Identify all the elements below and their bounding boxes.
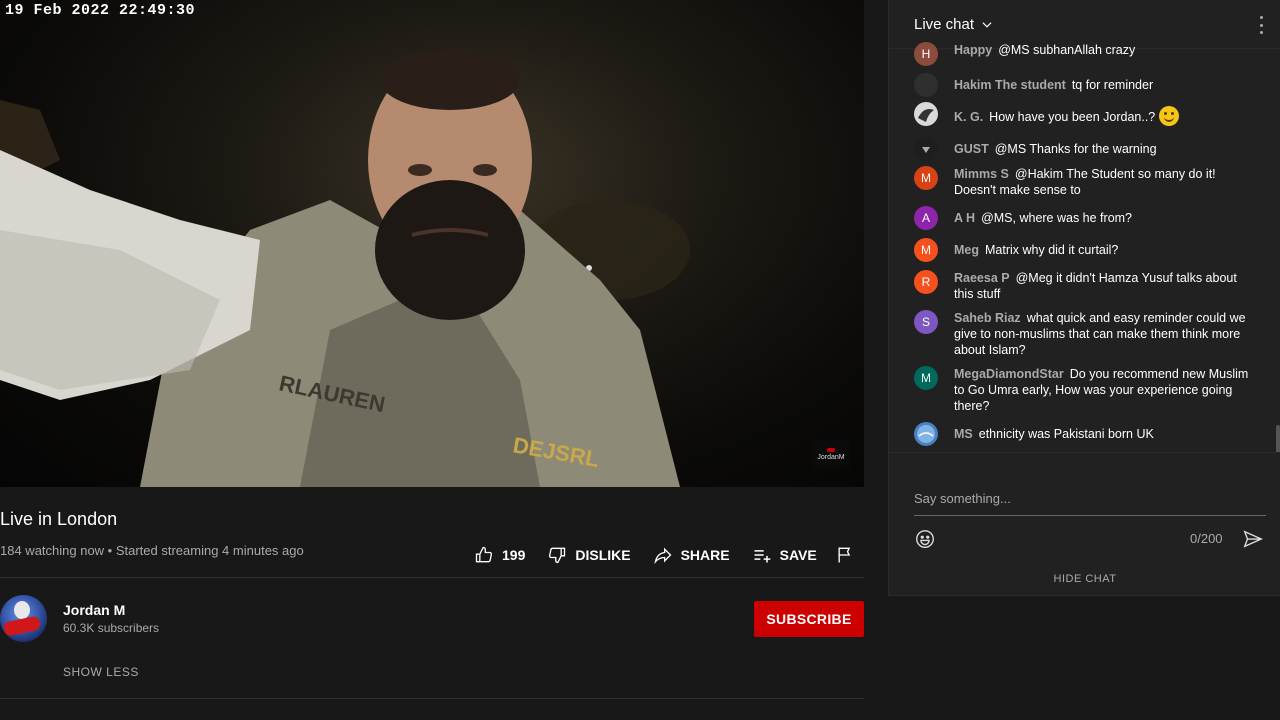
save-label: SAVE — [779, 547, 817, 563]
chat-message: M Meg Matrix why did it curtail? — [914, 238, 1259, 262]
chat-avatar[interactable]: A — [914, 206, 938, 230]
youtube-live-page: RLAUREN DEJSRL 19 Feb 2022 22:49:30 Jord… — [0, 0, 1280, 720]
chat-author[interactable]: Meg — [954, 243, 979, 257]
chat-author[interactable]: Happy — [954, 43, 992, 57]
more-icon-dot — [1259, 31, 1263, 34]
chat-avatar[interactable]: M — [914, 366, 938, 390]
chat-message-list[interactable]: H Happy @MS subhanAllah crazy Hakim The s… — [889, 40, 1280, 452]
save-button[interactable]: SAVE — [752, 545, 817, 565]
video-timestamp-overlay: 19 Feb 2022 22:49:30 — [5, 2, 196, 19]
chat-message: A A H @MS, where was he from? — [914, 206, 1259, 230]
chat-avatar[interactable]: R — [914, 270, 938, 294]
chat-text: tq for reminder — [1071, 78, 1154, 92]
channel-avatar[interactable] — [0, 595, 47, 642]
playlist-add-icon — [754, 550, 770, 563]
flag-icon — [838, 547, 850, 563]
video-frame: RLAUREN DEJSRL — [0, 50, 690, 487]
chat-text: @MS, where was he from? — [981, 211, 1133, 225]
subscriber-count: 60.3K subscribers — [63, 621, 160, 635]
hide-chat-button[interactable]: HIDE CHAT — [889, 573, 1280, 585]
report-button[interactable] — [835, 545, 855, 565]
chat-avatar-letter: M — [921, 171, 931, 185]
channel-name[interactable]: Jordan M — [63, 602, 125, 618]
chat-text: @MS subhanAllah crazy — [998, 43, 1136, 57]
chat-scrollbar[interactable] — [1276, 425, 1280, 453]
chat-message: R Raeesa P @Meg it didn't Hamza Yusuf tal… — [914, 270, 1259, 302]
chat-avatar[interactable]: M — [914, 238, 938, 262]
chat-more-options-button[interactable] — [1256, 16, 1266, 34]
chat-avatar[interactable]: H — [914, 42, 938, 66]
chat-message: MS ethnicity was Pakistani born UK — [914, 422, 1259, 446]
chat-avatar[interactable] — [914, 73, 938, 97]
bird-avatar-icon — [918, 109, 934, 122]
dislike-button[interactable]: DISLIKE — [547, 545, 631, 565]
chat-message: K. G. How have you been Jordan..? — [914, 102, 1259, 126]
chat-message: M Mimms S @Hakim The Student so many do i… — [914, 166, 1259, 198]
subscribe-button[interactable]: SUBSCRIBE — [754, 601, 864, 637]
like-count: 199 — [502, 547, 526, 563]
chat-text: How have you been Jordan..? — [989, 110, 1156, 124]
chat-title: Live chat — [914, 16, 975, 33]
chat-avatar-letter: M — [921, 243, 931, 257]
more-icon-dot — [1259, 23, 1263, 27]
chat-avatar-letter: R — [921, 275, 931, 289]
video-player[interactable]: RLAUREN DEJSRL 19 Feb 2022 22:49:30 Jord… — [0, 0, 864, 487]
chat-avatar[interactable]: S — [914, 310, 938, 334]
chat-avatar-letter: A — [921, 211, 930, 225]
chat-author[interactable]: K. G. — [954, 110, 983, 124]
watermark-text: JordanM — [817, 453, 845, 461]
share-button[interactable]: SHARE — [653, 545, 730, 565]
chat-avatar[interactable] — [914, 422, 938, 446]
chat-message-input[interactable]: Say something... — [914, 491, 1266, 516]
chat-mode-dropdown[interactable]: Live chat — [914, 16, 994, 33]
channel-watermark[interactable]: JordanM — [812, 440, 850, 468]
chat-author[interactable]: Mimms S — [954, 167, 1009, 181]
chat-message: H Happy @MS subhanAllah crazy — [914, 42, 1259, 66]
chat-avatar[interactable] — [914, 137, 938, 161]
share-icon — [653, 547, 672, 565]
video-meta: 184 watching now • Started streaming 4 m… — [0, 543, 304, 558]
chat-avatar-letter: M — [921, 371, 931, 385]
chat-author[interactable]: A H — [954, 211, 975, 225]
show-less-button[interactable]: SHOW LESS — [63, 665, 139, 679]
video-actions: 199 DISLIKE SHARE SAVE — [474, 540, 855, 570]
chat-text: Matrix why did it curtail? — [985, 243, 1119, 257]
char-count: 0/200 — [1190, 531, 1223, 546]
thumbs-down-icon — [549, 547, 566, 564]
chat-author[interactable]: Hakim The student — [954, 78, 1066, 92]
watermark-logo-icon — [827, 447, 835, 452]
slightly-smiling-face-icon — [1159, 106, 1180, 126]
live-chat-panel: Live chat H Happy @MS subhanAllah crazy H… — [888, 0, 1280, 596]
video-title: Live in London — [0, 509, 118, 529]
chat-author[interactable]: MS — [954, 427, 973, 441]
divider-bottom — [0, 698, 864, 699]
chat-input-area: Say something... 0/200 HIDE CHAT — [889, 452, 1280, 596]
chat-message: M MegaDiamondStar Do you recommend new Mu… — [914, 366, 1259, 414]
chat-text: @MS Thanks for the warning — [994, 142, 1157, 156]
chat-author[interactable]: MegaDiamondStar — [954, 367, 1064, 381]
thumbs-up-icon — [475, 546, 493, 563]
like-button[interactable]: 199 — [474, 545, 525, 565]
send-icon[interactable] — [1242, 528, 1264, 550]
chat-author[interactable]: Raeesa P — [954, 271, 1010, 285]
chat-avatar-letter: H — [921, 47, 931, 61]
share-label: SHARE — [680, 547, 730, 563]
dislike-label: DISLIKE — [575, 547, 631, 563]
chat-author[interactable]: GUST — [954, 142, 989, 156]
globe-avatar-icon — [917, 425, 935, 443]
chat-avatar-letter: S — [921, 315, 930, 329]
chat-text: ethnicity was Pakistani born UK — [978, 427, 1154, 441]
emoji-picker-icon[interactable] — [914, 528, 936, 550]
chat-avatar[interactable]: M — [914, 166, 938, 190]
chevron-down-icon — [982, 21, 992, 28]
chat-author[interactable]: Saheb Riaz — [954, 311, 1021, 325]
chat-message: S Saheb Riaz what quick and easy reminder… — [914, 310, 1259, 358]
chat-message: GUST @MS Thanks for the warning — [914, 137, 1259, 161]
chat-message: Hakim The student tq for reminder — [914, 73, 1259, 97]
chat-avatar[interactable] — [914, 102, 938, 126]
divider-top — [0, 577, 864, 578]
gust-avatar-icon — [922, 147, 930, 153]
more-icon-dot — [1259, 16, 1263, 19]
